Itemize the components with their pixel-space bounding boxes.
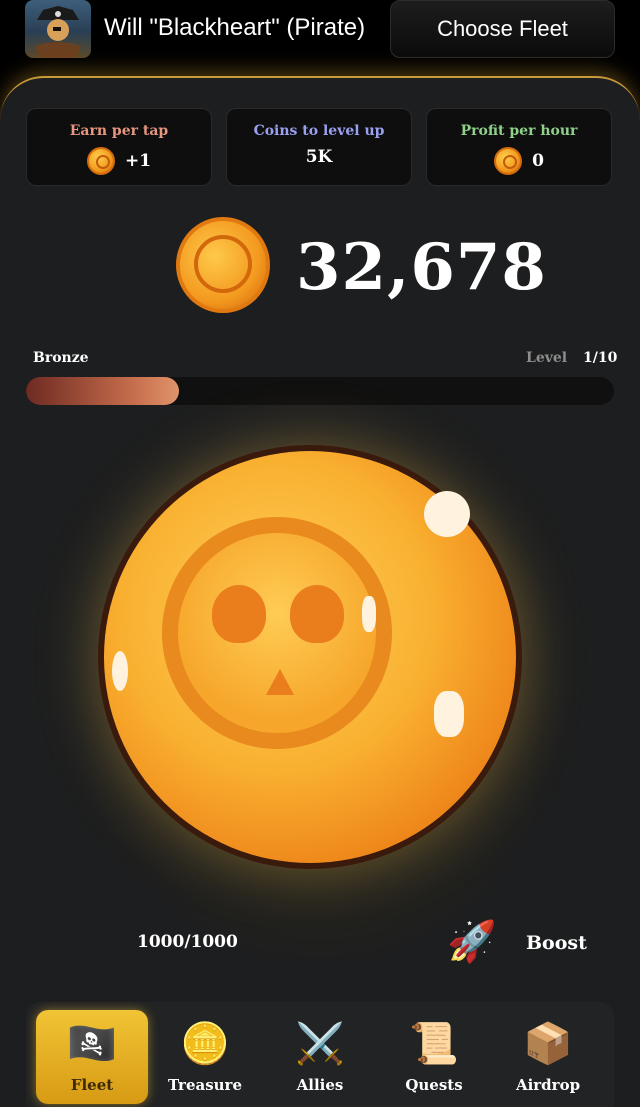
bottom-navigation: 🏴‍☠️ Fleet 🪙 Treasure ⚔️ Allies 📜 Quests…: [26, 1002, 614, 1107]
header: Will "Blackheart" (Pirate) Choose Fleet: [0, 0, 640, 60]
pirate-flag-icon: 🏴‍☠️: [67, 1021, 117, 1067]
nav-label: Airdrop: [515, 1076, 581, 1094]
coins-to-level-label: Coins to level up: [253, 123, 385, 139]
rank-label: Bronze: [33, 350, 89, 366]
scroll-icon: 📜: [409, 1021, 459, 1067]
boost-button[interactable]: Boost: [526, 932, 587, 954]
coins-to-level-value: 5K: [305, 147, 333, 167]
nav-label: Allies: [296, 1076, 344, 1094]
profit-per-hour-card: Profit per hour 0: [426, 108, 612, 186]
balance-coin-icon: [176, 217, 270, 313]
crossed-swords-icon: ⚔️: [295, 1021, 345, 1067]
nav-label: Quests: [405, 1076, 463, 1094]
nav-item-quests[interactable]: 📜 Quests: [378, 1010, 490, 1104]
skull-icon: [162, 517, 392, 749]
choose-fleet-button[interactable]: Choose Fleet: [390, 0, 615, 58]
profit-per-hour-label: Profit per hour: [460, 123, 578, 139]
avatar[interactable]: [25, 0, 91, 58]
coin-balance: 32,678: [296, 230, 547, 305]
coin-icon: [494, 147, 523, 175]
nav-item-fleet[interactable]: 🏴‍☠️ Fleet: [36, 1010, 148, 1104]
level-progress-bar: [26, 377, 614, 405]
nav-item-allies[interactable]: ⚔️ Allies: [264, 1010, 376, 1104]
coin-icon: [86, 147, 115, 175]
username: Will "Blackheart" (Pirate): [104, 14, 366, 41]
earn-per-tap-label: Earn per tap: [69, 123, 169, 139]
earn-per-tap-card: Earn per tap +1: [26, 108, 212, 186]
coins-to-level-card: Coins to level up 5K: [226, 108, 412, 186]
skull-coin-icon: 🪙: [180, 1021, 230, 1067]
level-value: 1/10: [583, 350, 618, 366]
level-progress-fill: [26, 377, 179, 405]
energy-counter: 1000/1000: [137, 932, 238, 952]
tap-coin-button[interactable]: [98, 445, 522, 869]
profit-per-hour-value: 0: [532, 151, 544, 171]
level-label: Level: [526, 350, 568, 366]
nav-label: Treasure: [167, 1076, 243, 1094]
pirate-avatar-icon: [35, 6, 81, 58]
earn-per-tap-value: +1: [124, 151, 152, 171]
nav-item-treasure[interactable]: 🪙 Treasure: [149, 1010, 261, 1104]
open-box-icon: 📦: [523, 1021, 573, 1067]
nav-label: Fleet: [70, 1076, 114, 1094]
nav-item-airdrop[interactable]: 📦 Airdrop: [492, 1010, 604, 1104]
rocket-icon[interactable]: 🚀: [447, 918, 497, 965]
